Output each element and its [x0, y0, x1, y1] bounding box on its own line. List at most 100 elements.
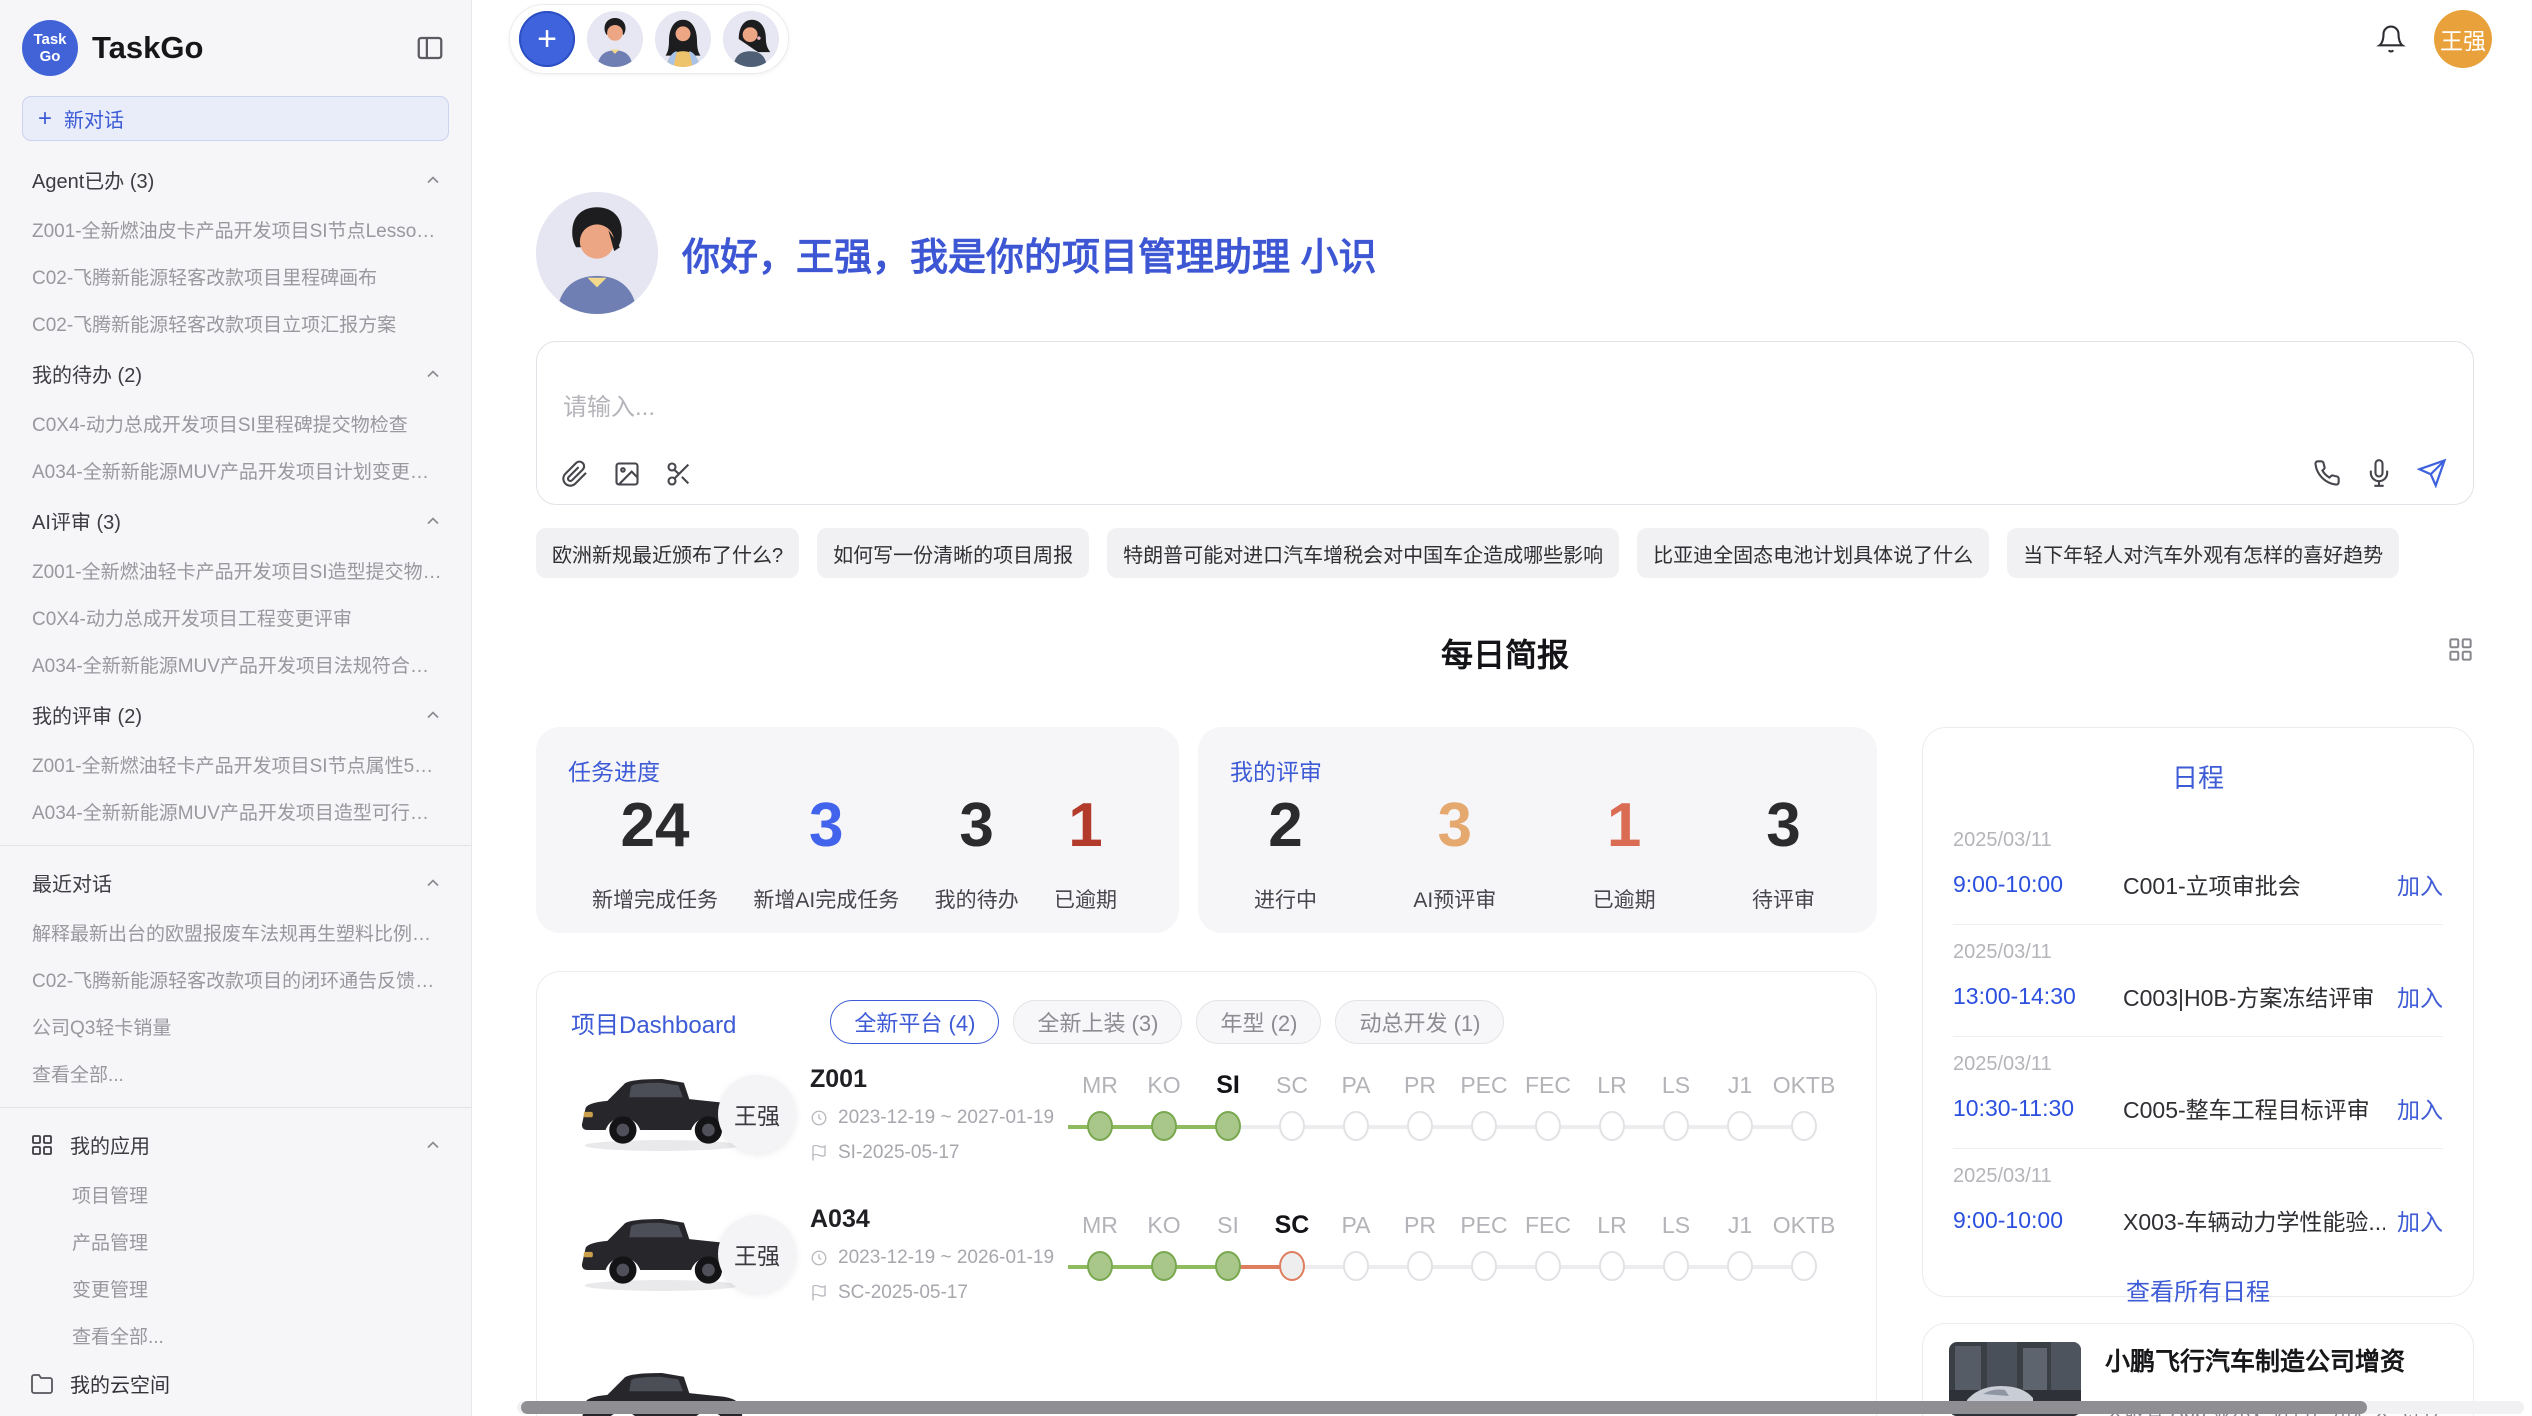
- stat: 1 已逾期: [1593, 795, 1656, 914]
- recent-chat-item[interactable]: 公司Q3轻卡销量: [0, 1003, 471, 1050]
- dashboard-title: 项目Dashboard: [571, 1005, 736, 1040]
- group-title: 我的应用: [70, 1130, 150, 1159]
- agent-avatar[interactable]: [587, 11, 643, 67]
- agent-avatar[interactable]: [655, 11, 711, 67]
- suggestion-chip[interactable]: 比亚迪全固态电池计划具体说了什么: [1637, 528, 1989, 578]
- group-title: AI评审 (3): [32, 506, 121, 535]
- briefing-title: 每日简报: [1441, 637, 1569, 673]
- group-header[interactable]: 最近对话: [0, 856, 471, 909]
- milestone-dot: [1599, 1111, 1625, 1141]
- sidebar-item[interactable]: A034-全新新能源MUV产品开发项目造型可行性评审: [0, 788, 471, 835]
- suggestion-chip[interactable]: 当下年轻人对汽车外观有怎样的喜好趋势: [2007, 528, 2399, 578]
- sidebar-header: Task Go TaskGo: [0, 0, 471, 88]
- view-all-schedules-link[interactable]: 查看所有日程: [1953, 1260, 2443, 1315]
- schedule-time: 10:30-11:30: [1953, 1095, 2123, 1122]
- chevron-up-icon[interactable]: [423, 364, 443, 384]
- sidebar-item-favorites[interactable]: 我的收藏: [0, 1408, 471, 1416]
- send-icon[interactable]: [2417, 458, 2447, 488]
- sidebar-item[interactable]: C02-飞腾新能源轻客改款项目立项汇报方案: [0, 300, 471, 347]
- layout-grid-icon[interactable]: [2447, 636, 2474, 663]
- chevron-up-icon[interactable]: [423, 170, 443, 190]
- scrollbar-thumb[interactable]: [521, 1401, 2367, 1414]
- app-item[interactable]: 产品管理: [0, 1218, 471, 1265]
- dashboard-tab[interactable]: 全新上装 (3): [1013, 1000, 1182, 1044]
- stat-label: 已逾期: [1593, 884, 1656, 914]
- project-media: 王强: [571, 1199, 796, 1309]
- sidebar-item-cloud-space[interactable]: 我的云空间: [0, 1359, 471, 1408]
- sidebar-item[interactable]: C02-飞腾新能源轻客改款项目里程碑画布: [0, 253, 471, 300]
- scissors-icon[interactable]: [665, 460, 693, 488]
- logo-text-top: Task: [33, 31, 66, 48]
- sidebar-item[interactable]: A034-全新新能源MUV产品开发项目计划变更表编写: [0, 447, 471, 494]
- stat-label: AI预评审: [1413, 884, 1496, 914]
- milestone-label: LR: [1597, 1210, 1626, 1240]
- phone-icon[interactable]: [2313, 459, 2341, 487]
- sidebar-item[interactable]: Z001-全新燃油轻卡产品开发项目SI节点属性5D文件评审: [0, 741, 471, 788]
- group-header[interactable]: 我的待办 (2): [0, 347, 471, 400]
- sidebar-group-recent: 最近对话 解释最新出台的欧盟报废车法规再生塑料比例被调至15%...C02-飞腾…: [0, 856, 471, 1097]
- recent-view-all[interactable]: 查看全部...: [0, 1050, 471, 1097]
- recent-chat-item[interactable]: C02-飞腾新能源轻客改款项目的闭环通告反馈情况: [0, 956, 471, 1003]
- schedule-time: 9:00-10:00: [1953, 871, 2123, 898]
- add-agent-button[interactable]: +: [519, 11, 575, 67]
- project-owner-badge: 王强: [718, 1075, 796, 1153]
- milestone-dot: [1791, 1251, 1817, 1281]
- stat: 2 进行中: [1254, 795, 1317, 914]
- suggestion-chip[interactable]: 特朗普可能对进口汽车增税会对中国车企造成哪些影响: [1107, 528, 1619, 578]
- stat: 3 待评审: [1752, 795, 1815, 914]
- agent-avatar[interactable]: [723, 11, 779, 67]
- sidebar-group-agent-done: Agent已办 (3) Z001-全新燃油皮卡产品开发项目SI节点Lesson …: [0, 153, 471, 347]
- project-row[interactable]: 王强 Z001 2023-12-19 ~ 2027-01-19: [571, 1044, 1842, 1184]
- new-chat-button[interactable]: + 新对话: [22, 96, 449, 141]
- milestone-dot: [1663, 1111, 1689, 1141]
- schedule-item: 2025/03/11 13:00-14:30 C003|H0B-方案冻结评审 加…: [1953, 925, 2443, 1037]
- attachment-icon[interactable]: [561, 460, 589, 488]
- join-link[interactable]: 加入: [2397, 867, 2443, 901]
- greeting-section: 你好，王强，我是你的项目管理助理 小识: [536, 192, 2474, 314]
- schedule-event-name: C003|H0B-方案冻结评审: [2123, 979, 2385, 1013]
- apps-view-all[interactable]: 查看全部...: [0, 1312, 471, 1359]
- chevron-up-icon[interactable]: [423, 705, 443, 725]
- sidebar-item[interactable]: A034-全新新能源MUV产品开发项目法规符合性评审: [0, 641, 471, 688]
- dashboard-tab[interactable]: 年型 (2): [1196, 1000, 1321, 1044]
- chat-input[interactable]: [563, 394, 2447, 422]
- dashboard-tab[interactable]: 动总开发 (1): [1335, 1000, 1504, 1044]
- stat-value: 3: [1438, 795, 1472, 857]
- group-header[interactable]: AI评审 (3): [0, 494, 471, 547]
- suggestion-chip[interactable]: 如何写一份清晰的项目周报: [817, 528, 1089, 578]
- chevron-up-icon[interactable]: [423, 511, 443, 531]
- composer: [536, 341, 2474, 505]
- briefing-header: 每日简报: [536, 630, 2474, 674]
- collapse-panel-icon[interactable]: [415, 33, 445, 63]
- milestone-label: PA: [1342, 1210, 1371, 1240]
- image-icon[interactable]: [613, 460, 641, 488]
- sidebar-item[interactable]: Z001-全新燃油轻卡产品开发项目SI造型提交物评审: [0, 547, 471, 594]
- sidebar-item[interactable]: C0X4-动力总成开发项目SI里程碑提交物检查: [0, 400, 471, 447]
- stat-label: 新增AI完成任务: [753, 884, 899, 914]
- sidebar-item[interactable]: Z001-全新燃油皮卡产品开发项目SI节点Lesson Learn报告: [0, 206, 471, 253]
- composer-left-actions: [561, 460, 693, 488]
- divider: [0, 1107, 471, 1108]
- recent-chat-item[interactable]: 解释最新出台的欧盟报废车法规再生塑料比例被调至15%...: [0, 909, 471, 956]
- suggestion-chip[interactable]: 欧洲新规最近颁布了什么?: [536, 528, 799, 578]
- project-row[interactable]: 王强 A034 2023-12-19 ~ 2026-01-19: [571, 1184, 1842, 1324]
- schedule-time: 9:00-10:00: [1953, 1207, 2123, 1234]
- chevron-up-icon[interactable]: [423, 1135, 443, 1155]
- notifications-bell-icon[interactable]: [2376, 24, 2406, 54]
- left-column: 任务进度 24 新增完成任务 3 新增AI完成任务 3: [536, 727, 1877, 1416]
- group-header[interactable]: 我的应用: [0, 1118, 471, 1171]
- app-item[interactable]: 变更管理: [0, 1265, 471, 1312]
- app-item[interactable]: 项目管理: [0, 1171, 471, 1218]
- join-link[interactable]: 加入: [2397, 979, 2443, 1013]
- join-link[interactable]: 加入: [2397, 1203, 2443, 1237]
- chevron-up-icon[interactable]: [423, 873, 443, 893]
- join-link[interactable]: 加入: [2397, 1091, 2443, 1125]
- group-header[interactable]: 我的评审 (2): [0, 688, 471, 741]
- sidebar-item[interactable]: C0X4-动力总成开发项目工程变更评审: [0, 594, 471, 641]
- group-header[interactable]: Agent已办 (3): [0, 153, 471, 206]
- microphone-icon[interactable]: [2365, 459, 2393, 487]
- assistant-avatar: [536, 192, 658, 314]
- dashboard-tab[interactable]: 全新平台 (4): [830, 1000, 999, 1044]
- milestone-OKTB: OKTB: [1759, 1070, 1849, 1141]
- user-avatar[interactable]: 王强: [2434, 10, 2492, 68]
